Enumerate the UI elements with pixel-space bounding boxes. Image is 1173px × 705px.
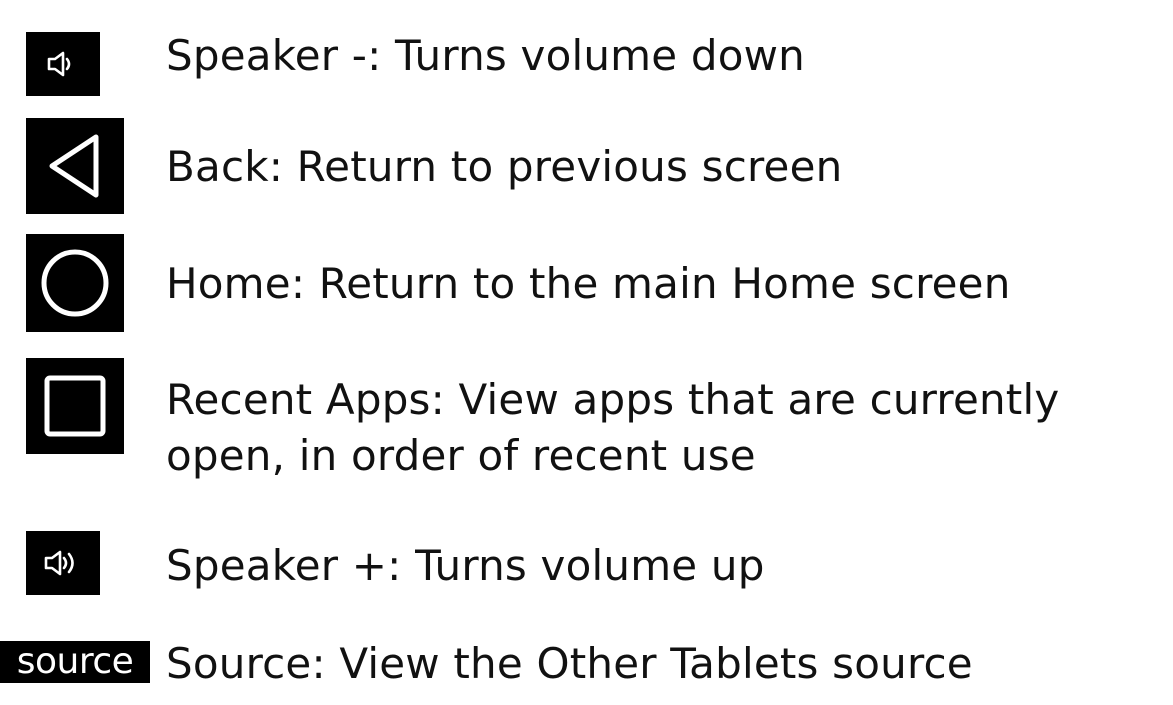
- speaker-plus-description: Speaker +: Turns volume up: [166, 541, 765, 590]
- recent-apps-description-line2: open, in order of recent use: [166, 431, 756, 480]
- recent-apps-square-icon: [26, 358, 124, 454]
- speaker-plus-icon: [26, 531, 100, 595]
- home-description: Home: Return to the main Home screen: [166, 259, 1011, 308]
- source-text-icon: source: [0, 641, 150, 683]
- back-triangle-icon: [26, 118, 124, 214]
- home-circle-icon: [26, 234, 124, 332]
- speaker-minus-description: Speaker -: Turns volume down: [166, 31, 805, 80]
- back-description: Back: Return to previous screen: [166, 142, 843, 191]
- speaker-minus-icon: [26, 32, 100, 96]
- recent-apps-description-line1: Recent Apps: View apps that are currentl…: [166, 375, 1060, 424]
- source-description: Source: View the Other Tablets source: [166, 639, 973, 688]
